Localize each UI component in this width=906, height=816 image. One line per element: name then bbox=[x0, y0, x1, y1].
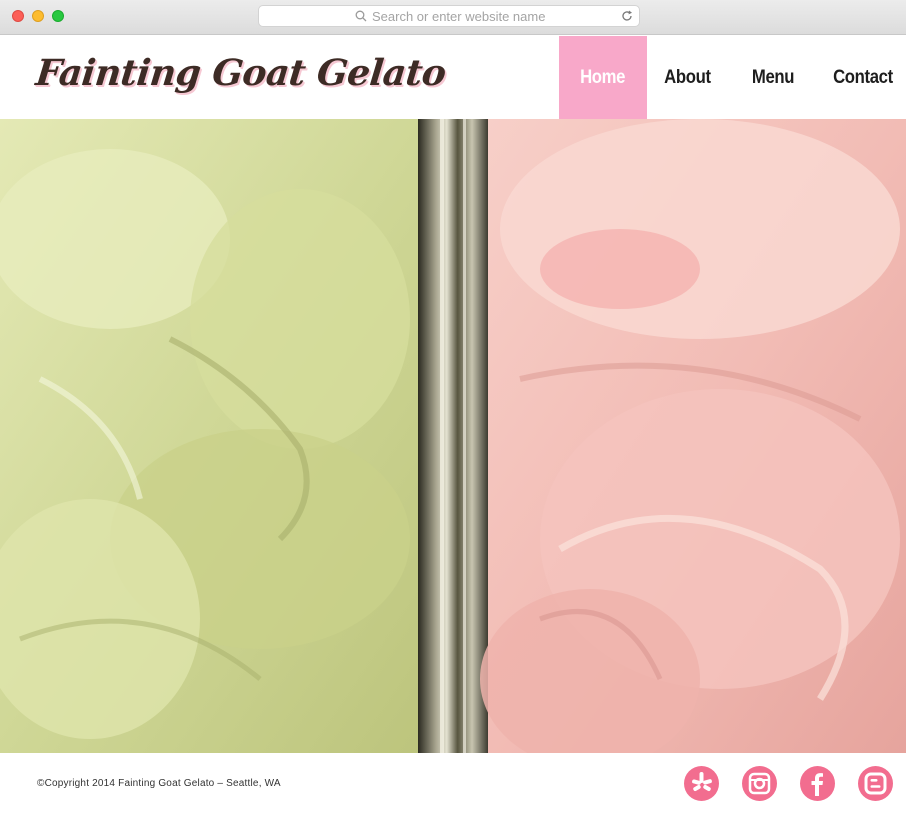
nav-home[interactable]: Home bbox=[559, 36, 647, 119]
site-logo[interactable]: Fainting Goat Gelato bbox=[34, 52, 448, 94]
yelp-icon bbox=[692, 772, 712, 791]
instagram-link[interactable] bbox=[742, 766, 777, 801]
close-window-button[interactable] bbox=[12, 10, 24, 22]
nav-menu[interactable]: Menu bbox=[727, 36, 819, 119]
maximize-window-button[interactable] bbox=[52, 10, 64, 22]
nav-about-label: About bbox=[663, 66, 711, 88]
search-icon bbox=[355, 10, 367, 22]
nav-home-label: Home bbox=[580, 66, 626, 88]
blogger-link[interactable] bbox=[858, 766, 893, 801]
minimize-window-button[interactable] bbox=[32, 10, 44, 22]
address-bar[interactable]: Search or enter website name bbox=[258, 5, 640, 27]
nav-about[interactable]: About bbox=[647, 36, 727, 119]
yelp-link[interactable] bbox=[684, 766, 719, 801]
nav-contact[interactable]: Contact bbox=[819, 36, 906, 119]
nav-contact-label: Contact bbox=[832, 66, 893, 88]
instagram-icon bbox=[748, 772, 771, 795]
facebook-link[interactable] bbox=[800, 766, 835, 801]
facebook-icon bbox=[811, 773, 823, 796]
reload-icon[interactable] bbox=[620, 9, 634, 23]
browser-toolbar: Search or enter website name bbox=[0, 0, 906, 35]
blogger-icon bbox=[864, 772, 887, 795]
address-placeholder: Search or enter website name bbox=[372, 9, 546, 24]
hero-gelato-image bbox=[0, 119, 906, 753]
nav-menu-label: Menu bbox=[751, 66, 795, 88]
copyright-text: ©Copyright 2014 Fainting Goat Gelato – S… bbox=[37, 778, 281, 789]
